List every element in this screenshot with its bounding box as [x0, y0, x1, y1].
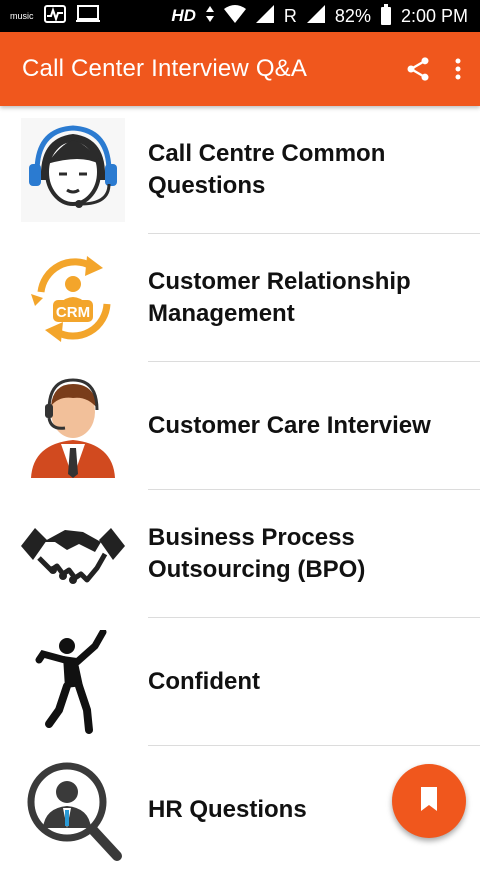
- topic-list: Call Centre Common Questions CRM Custome…: [0, 106, 480, 874]
- battery-icon: [380, 4, 391, 25]
- battery-percent: 82%: [334, 5, 371, 26]
- list-item-customer-care-interview[interactable]: Customer Care Interview: [0, 362, 480, 490]
- crm-icon-text: CRM: [56, 304, 90, 321]
- more-vert-icon[interactable]: [454, 57, 462, 81]
- signal-icon: [255, 4, 274, 28]
- hd-indicator: HD: [171, 6, 196, 25]
- list-item-label: Customer Care Interview: [148, 412, 431, 439]
- music-icon: music: [10, 10, 34, 21]
- share-icon[interactable]: [404, 55, 432, 83]
- list-item-confident[interactable]: Confident: [0, 618, 480, 746]
- screen-icon: [75, 4, 100, 28]
- signal-icon-2: [306, 4, 325, 28]
- list-item-label: Confident: [148, 668, 260, 695]
- bookmark-icon: [419, 786, 439, 816]
- roaming-indicator: R: [283, 5, 297, 26]
- list-item-label: Business Process Outsourcing (BPO): [148, 524, 366, 583]
- clock: 2:00 PM: [400, 5, 468, 26]
- list-item-label: Call Centre Common Questions: [148, 140, 386, 199]
- app-bar: Call Center Interview Q&A: [0, 32, 480, 106]
- app-title: Call Center Interview Q&A: [22, 55, 308, 82]
- list-item-bpo[interactable]: Business Process Outsourcing (BPO): [0, 490, 480, 618]
- bookmark-fab[interactable]: [392, 764, 466, 838]
- headset-agent-icon: [20, 117, 126, 223]
- call-agent-icon: [20, 373, 126, 479]
- data-arrows-icon: [205, 5, 214, 27]
- activity-icon: [43, 4, 66, 28]
- magnifier-person-icon: [20, 757, 126, 863]
- list-item-label: Customer Relationship Management: [148, 268, 411, 327]
- status-bar: music HD R 82% 2:00 PM: [0, 0, 480, 32]
- crm-cycle-icon: CRM: [20, 245, 126, 351]
- list-item-crm[interactable]: CRM Customer Relationship Management: [0, 234, 480, 362]
- list-item-label: HR Questions: [148, 796, 307, 823]
- handshake-icon: [20, 501, 126, 607]
- jumping-person-icon: [20, 629, 126, 735]
- wifi-icon: [223, 4, 246, 28]
- list-item-call-centre-common-questions[interactable]: Call Centre Common Questions: [0, 106, 480, 234]
